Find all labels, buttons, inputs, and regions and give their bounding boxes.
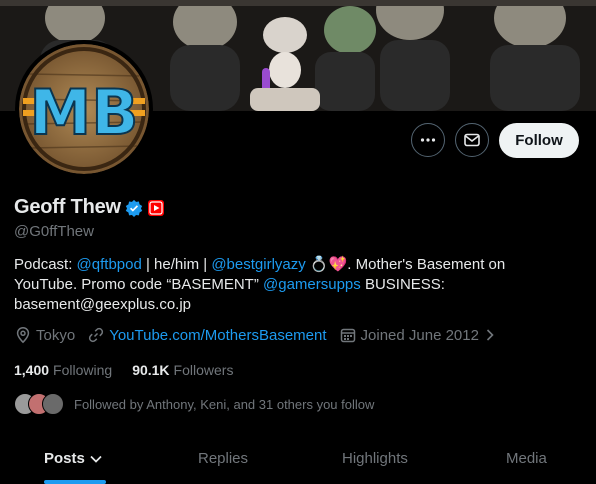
active-tab-indicator <box>44 480 106 484</box>
tab-media[interactable]: Media <box>506 450 547 467</box>
joined-text: Joined June 2012 <box>360 326 479 344</box>
calendar-icon <box>340 328 355 343</box>
location-text: Tokyo <box>36 326 76 344</box>
more-icon <box>420 138 436 142</box>
tab-replies[interactable]: Replies <box>198 450 248 467</box>
profile-meta: Tokyo YouTube.com/MothersBasement Joined… <box>14 326 513 344</box>
mention-link[interactable]: @gamersupps <box>263 276 361 293</box>
bio-text: Podcast: <box>14 256 77 273</box>
chevron-down-icon <box>90 455 102 463</box>
youtube-badge-icon[interactable] <box>147 199 165 217</box>
followers-count-link[interactable]: 90.1K Followers <box>132 362 233 378</box>
more-button[interactable] <box>411 123 445 157</box>
mention-link[interactable]: @bestgirlyazy <box>211 256 305 273</box>
bio: Podcast: @qftbpod | he/him | @bestgirlya… <box>14 255 534 315</box>
followed-by-text: Followed by Anthony, Keni, and 31 others… <box>74 396 375 412</box>
avatar-image: MB <box>19 44 149 174</box>
mention-link[interactable]: @qftbpod <box>77 256 142 273</box>
chevron-right-icon <box>486 329 494 341</box>
follow-counts: 1,400 Following 90.1K Followers <box>14 362 253 378</box>
tab-label: Posts <box>44 450 85 467</box>
following-count-link[interactable]: 1,400 Following <box>14 362 112 378</box>
verified-icon[interactable] <box>125 199 143 217</box>
joined-date[interactable]: Joined June 2012 <box>339 326 501 344</box>
followers-count: 90.1K <box>132 362 170 378</box>
mail-icon <box>464 133 480 147</box>
followers-label: Followers <box>173 362 234 378</box>
bio-text: | he/him | <box>141 256 212 273</box>
profile-tabs: Posts Replies Highlights Media <box>0 440 596 484</box>
link-icon <box>89 327 104 343</box>
location-icon <box>16 327 30 344</box>
avatar <box>42 393 64 415</box>
message-button[interactable] <box>455 123 489 157</box>
website-link[interactable]: YouTube.com/MothersBasement <box>109 327 326 344</box>
user-handle: @G0ffThew <box>14 223 94 240</box>
name-row: Geoff Thew <box>14 196 165 219</box>
follow-button[interactable]: Follow <box>499 123 579 158</box>
tab-posts[interactable]: Posts <box>44 450 104 467</box>
following-label: Following <box>53 362 113 378</box>
follower-avatars <box>14 393 66 415</box>
svg-text:MB: MB <box>30 76 139 149</box>
location: Tokyo <box>14 326 75 344</box>
tab-highlights[interactable]: Highlights <box>342 450 408 467</box>
following-count: 1,400 <box>14 362 50 378</box>
profile-avatar[interactable]: MB <box>15 40 153 178</box>
display-name: Geoff Thew <box>14 196 121 218</box>
followed-by[interactable]: Followed by Anthony, Keni, and 31 others… <box>14 393 374 415</box>
website[interactable]: YouTube.com/MothersBasement <box>87 326 327 344</box>
